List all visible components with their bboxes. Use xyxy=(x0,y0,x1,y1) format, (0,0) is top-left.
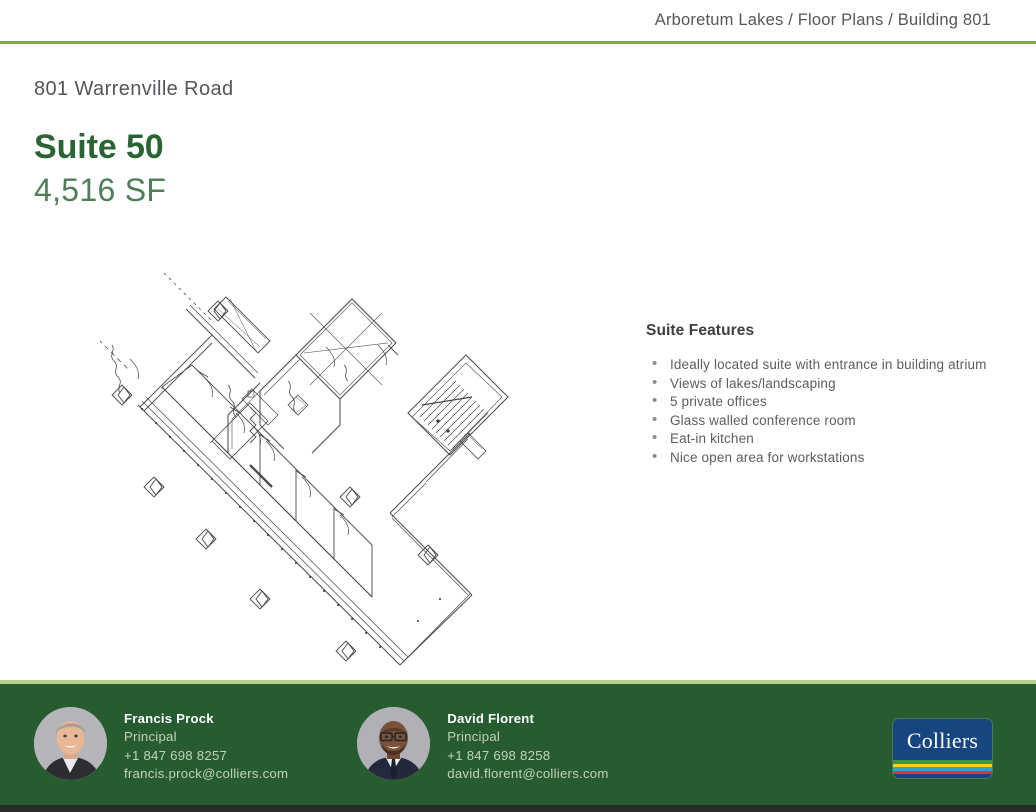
colliers-logo-stripes xyxy=(893,760,992,774)
colliers-logo[interactable]: Colliers xyxy=(893,719,992,778)
contact-phone[interactable]: +1 847 698 8257 xyxy=(124,747,288,766)
logo-stripe-red xyxy=(893,770,992,774)
avatar xyxy=(357,707,431,780)
suite-square-footage: 4,516 SF xyxy=(34,172,167,209)
list-item: Nice open area for workstations xyxy=(646,448,1006,468)
footer-accent-line xyxy=(0,680,1036,684)
breadcrumb[interactable]: Arboretum Lakes / Floor Plans / Building… xyxy=(655,11,991,30)
title-block: 801 Warrenville Road Suite 50 4,516 SF xyxy=(34,78,654,209)
contact-name: Francis Prock xyxy=(124,711,214,726)
page-footer: Francis Prock Principal +1 847 698 8257 … xyxy=(0,680,1036,812)
header-divider xyxy=(0,41,1036,44)
contact-email[interactable]: francis.prock@colliers.com xyxy=(124,765,288,784)
list-item: Views of lakes/landscaping xyxy=(646,374,1006,394)
contact-email[interactable]: david.florent@colliers.com xyxy=(447,765,608,784)
list-item: Eat-in kitchen xyxy=(646,429,1006,449)
avatar-photo-david-florent xyxy=(357,707,431,780)
contact-title: Principal xyxy=(447,729,501,744)
list-item: 5 private offices xyxy=(646,392,1006,412)
colliers-logo-text: Colliers xyxy=(906,728,979,753)
list-item: Ideally located suite with entrance in b… xyxy=(646,355,1006,375)
floor-plan-drawing xyxy=(100,265,510,675)
avatar xyxy=(34,707,107,780)
contact-title: Principal xyxy=(124,729,177,744)
page-title: Suite 50 xyxy=(34,128,164,166)
suite-features-panel: Suite Features Ideally located suite wit… xyxy=(646,322,1006,468)
contact-phone[interactable]: +1 847 698 8258 xyxy=(447,747,608,766)
contact-details: Francis Prock Principal +1 847 698 8257 … xyxy=(124,707,288,784)
contact-card-david-florent: David Florent Principal +1 847 698 8258 … xyxy=(357,707,608,784)
avatar-photo-francis-prock xyxy=(34,707,107,780)
footer-bottom-bar xyxy=(0,805,1036,812)
contact-name: David Florent xyxy=(447,711,535,726)
contact-details: David Florent Principal +1 847 698 8258 … xyxy=(447,707,608,784)
list-item: Glass walled conference room xyxy=(646,411,1006,431)
suite-features-heading: Suite Features xyxy=(646,322,755,339)
floor-plan-svg xyxy=(100,272,509,666)
page-header: Arboretum Lakes / Floor Plans / Building… xyxy=(0,0,1036,41)
suite-features-list: Ideally located suite with entrance in b… xyxy=(646,355,1006,468)
contact-card-francis-prock: Francis Prock Principal +1 847 698 8257 … xyxy=(34,707,288,784)
contact-list: Francis Prock Principal +1 847 698 8257 … xyxy=(34,707,609,784)
property-address: 801 Warrenville Road xyxy=(34,78,234,100)
